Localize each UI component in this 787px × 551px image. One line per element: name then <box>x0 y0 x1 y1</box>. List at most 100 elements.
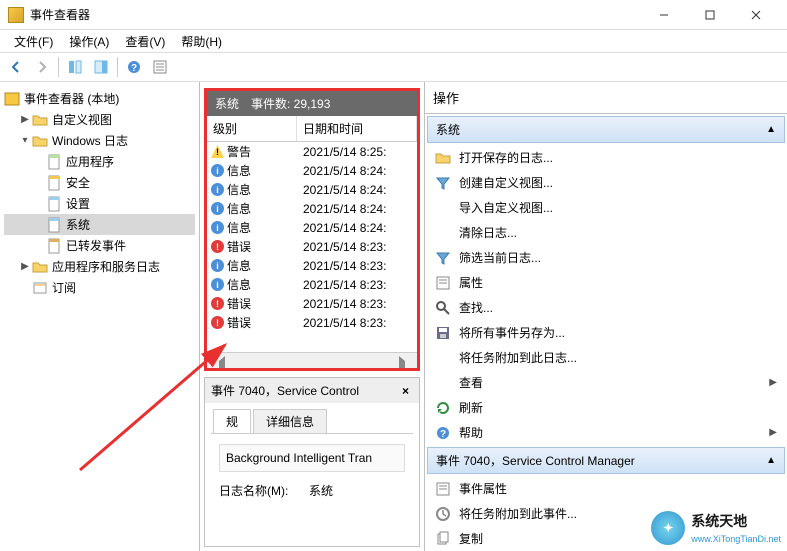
event-rows[interactable]: !警告2021/5/14 8:25:i信息2021/5/14 8:24:i信息2… <box>207 142 417 352</box>
blank-icon <box>435 200 451 216</box>
datetime-text: 2021/5/14 8:24: <box>297 164 417 178</box>
menu-help[interactable]: 帮助(H) <box>173 31 230 52</box>
blank-icon <box>435 375 451 391</box>
action-item[interactable]: 查找... <box>425 295 787 320</box>
tree-custom-views[interactable]: ▶ 自定义视图 <box>4 109 195 130</box>
table-row[interactable]: !错误 2021/5/14 8:23: <box>207 237 417 256</box>
datetime-text: 2021/5/14 8:23: <box>297 259 417 273</box>
level-text: 信息 <box>227 200 251 217</box>
blank-icon <box>435 225 451 241</box>
err-icon: ! <box>211 240 224 253</box>
detail-close-button[interactable]: × <box>398 384 413 398</box>
datetime-text: 2021/5/14 8:23: <box>297 278 417 292</box>
table-row[interactable]: i信息2021/5/14 8:24: <box>207 161 417 180</box>
tree-label: 订阅 <box>52 279 76 296</box>
collapse-icon[interactable]: ▾ <box>18 135 32 146</box>
table-row[interactable]: i信息2021/5/14 8:24: <box>207 199 417 218</box>
action-label: 打开保存的日志... <box>459 149 553 166</box>
datetime-text: 2021/5/14 8:23: <box>297 240 417 254</box>
col-datetime[interactable]: 日期和时间 <box>297 116 417 141</box>
action-item[interactable]: 打开保存的日志... <box>425 145 787 170</box>
expand-icon[interactable]: ▶ <box>18 114 32 125</box>
action-group-event[interactable]: 事件 7040，Service Control Manager ▲ <box>427 447 785 474</box>
action-item[interactable]: ?帮助▶ <box>425 420 787 445</box>
log-icon <box>46 238 62 254</box>
action-label: 导入自定义视图... <box>459 199 553 216</box>
tree-subscriptions[interactable]: 订阅 <box>4 277 195 298</box>
action-label: 刷新 <box>459 399 483 416</box>
tree-root[interactable]: 事件查看器 (本地) <box>4 88 195 109</box>
tree-security-log[interactable]: 安全 <box>4 172 195 193</box>
action-item[interactable]: 刷新 <box>425 395 787 420</box>
maximize-button[interactable] <box>687 0 733 30</box>
show-hide-tree-button[interactable] <box>63 55 87 79</box>
datetime-text: 2021/5/14 8:23: <box>297 297 417 311</box>
level-text: 信息 <box>227 162 251 179</box>
tab-general[interactable]: 规 <box>213 409 251 433</box>
action-item[interactable]: 清除日志... <box>425 220 787 245</box>
tree-forwarded-log[interactable]: 已转发事件 <box>4 235 195 256</box>
table-row[interactable]: i信息2021/5/14 8:24: <box>207 180 417 199</box>
tree-system-log[interactable]: 系统 <box>4 214 195 235</box>
action-group-label: 事件 7040，Service Control Manager <box>436 452 635 469</box>
column-headers: 级别 日期和时间 <box>207 116 417 142</box>
props-icon <box>435 481 451 497</box>
table-row[interactable]: !错误2021/5/14 8:23: <box>207 294 417 313</box>
table-row[interactable]: i信息2021/5/14 8:24: <box>207 218 417 237</box>
action-label: 创建自定义视图... <box>459 174 553 191</box>
action-item[interactable]: 导入自定义视图... <box>425 195 787 220</box>
chevron-up-icon: ▲ <box>766 124 776 135</box>
eventviewer-icon <box>4 91 20 107</box>
show-hide-action-button[interactable] <box>89 55 113 79</box>
level-text: 信息 <box>227 181 251 198</box>
tree-app-service-logs[interactable]: ▶ 应用程序和服务日志 <box>4 256 195 277</box>
action-item[interactable]: 将所有事件另存为... <box>425 320 787 345</box>
action-item[interactable]: 将任务附加到此日志... <box>425 345 787 370</box>
menu-bar: 文件(F) 操作(A) 查看(V) 帮助(H) <box>0 30 787 52</box>
action-item[interactable]: 筛选当前日志... <box>425 245 787 270</box>
filter-icon <box>435 175 451 191</box>
table-row[interactable]: i信息2021/5/14 8:23: <box>207 275 417 294</box>
expand-icon[interactable]: ▶ <box>18 261 32 272</box>
log-icon <box>46 154 62 170</box>
table-row[interactable]: !错误2021/5/14 8:23: <box>207 313 417 332</box>
level-text: 错误 <box>227 295 251 312</box>
menu-file[interactable]: 文件(F) <box>6 31 61 52</box>
action-label: 筛选当前日志... <box>459 249 541 266</box>
forward-button[interactable] <box>30 55 54 79</box>
event-detail-panel: 事件 7040，Service Control × 规 详细信息 Backgro… <box>204 377 420 547</box>
datetime-text: 2021/5/14 8:25: <box>297 145 417 159</box>
close-button[interactable] <box>733 0 779 30</box>
action-label: 将所有事件另存为... <box>459 324 565 341</box>
menu-action[interactable]: 操作(A) <box>61 31 117 52</box>
info-icon: i <box>211 202 224 215</box>
tree-label: Windows 日志 <box>52 132 128 149</box>
col-level[interactable]: 级别 <box>207 116 297 141</box>
action-item[interactable]: 创建自定义视图... <box>425 170 787 195</box>
action-item[interactable]: 事件属性 <box>425 476 787 501</box>
tree-windows-logs[interactable]: ▾ Windows 日志 <box>4 130 195 151</box>
folder-icon <box>435 150 451 166</box>
level-text: 错误 <box>227 238 251 255</box>
folder-icon <box>32 259 48 275</box>
back-button[interactable] <box>4 55 28 79</box>
properties-button[interactable] <box>148 55 172 79</box>
logname-label: 日志名称(M): <box>219 482 309 499</box>
action-group-system[interactable]: 系统 ▲ <box>427 116 785 143</box>
help-button[interactable]: ? <box>122 55 146 79</box>
datetime-text: 2021/5/14 8:24: <box>297 221 417 235</box>
table-row[interactable]: i信息2021/5/14 8:23: <box>207 256 417 275</box>
level-text: 信息 <box>227 257 251 274</box>
tree-setup-log[interactable]: 设置 <box>4 193 195 214</box>
action-item[interactable]: 属性 <box>425 270 787 295</box>
action-item[interactable]: 查看▶ <box>425 370 787 395</box>
tree-application-log[interactable]: 应用程序 <box>4 151 195 172</box>
toolbar-separator <box>58 57 59 77</box>
tab-details[interactable]: 详细信息 <box>253 409 327 433</box>
minimize-button[interactable] <box>641 0 687 30</box>
table-row[interactable]: !警告2021/5/14 8:25: <box>207 142 417 161</box>
menu-view[interactable]: 查看(V) <box>117 31 173 52</box>
info-icon: i <box>211 221 224 234</box>
horizontal-scrollbar[interactable] <box>207 352 417 368</box>
find-icon <box>435 300 451 316</box>
